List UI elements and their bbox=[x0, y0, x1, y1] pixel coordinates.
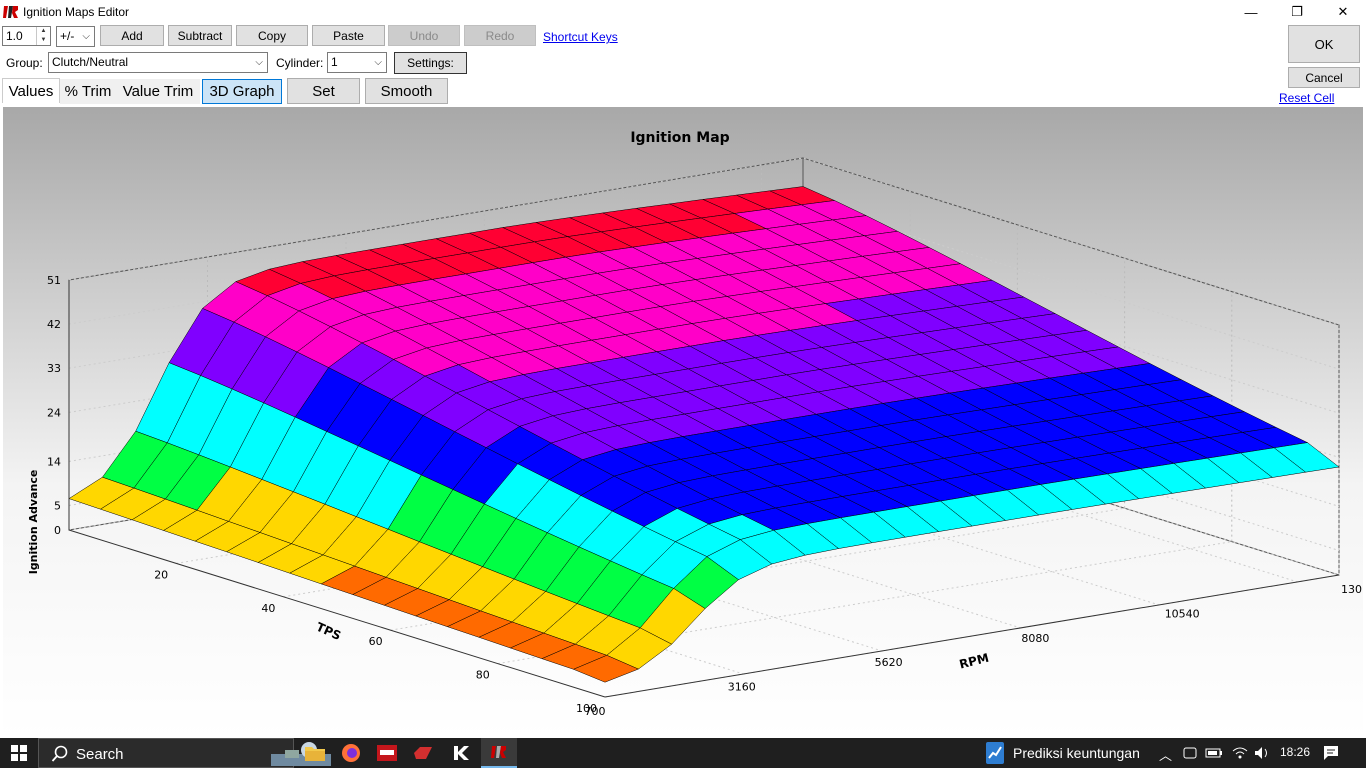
tps-tick-label: 40 bbox=[261, 602, 275, 615]
title-bar: Ignition Maps Editor — ❐ ✕ bbox=[0, 0, 1366, 24]
tab-3d-graph[interactable]: 3D Graph bbox=[202, 79, 282, 104]
folder-icon bbox=[305, 747, 325, 761]
shortcut-keys-link[interactable]: Shortcut Keys bbox=[543, 30, 618, 44]
z-tick-label: 51 bbox=[47, 274, 61, 287]
undo-button[interactable]: Undo bbox=[388, 25, 460, 46]
tab-percent-trim[interactable]: % Trim bbox=[60, 79, 116, 104]
tray-meet-icon[interactable] bbox=[1183, 745, 1197, 761]
rpm-tick-label: 8080 bbox=[1021, 632, 1049, 645]
k-icon bbox=[454, 746, 469, 760]
tray-chevron-up-icon[interactable]: ︿ bbox=[1159, 745, 1172, 764]
paste-button[interactable]: Paste bbox=[312, 25, 385, 46]
tps-tick-label: 20 bbox=[154, 568, 168, 581]
rpm-tick-label: 3160 bbox=[728, 681, 756, 694]
windows-icon bbox=[11, 745, 27, 761]
rpm-tick-label: 700 bbox=[585, 705, 606, 718]
tab-value-trim[interactable]: Value Trim bbox=[116, 79, 200, 104]
chevron-down-icon: ⌵ bbox=[374, 57, 382, 68]
settings-button[interactable]: Settings: bbox=[394, 52, 467, 74]
tps-tick-label: 80 bbox=[476, 669, 490, 682]
redo-button[interactable]: Redo bbox=[464, 25, 536, 46]
chevron-down-icon: ⌵ bbox=[82, 31, 90, 42]
mode-select[interactable]: +/- ⌵ bbox=[56, 26, 95, 47]
tps-tick-label: 60 bbox=[369, 635, 383, 648]
cylinder-label: Cylinder: bbox=[276, 56, 324, 70]
tab-values[interactable]: Values bbox=[2, 78, 60, 103]
maximize-button[interactable]: ❐ bbox=[1274, 0, 1320, 24]
ignition-app-icon bbox=[491, 746, 506, 758]
pcv-icon bbox=[377, 745, 397, 761]
taskbar-file-explorer[interactable] bbox=[297, 738, 333, 768]
z-tick-label: 14 bbox=[47, 455, 61, 468]
app-logo-icon bbox=[3, 6, 18, 18]
news-widget[interactable]: Prediksi keuntungan bbox=[985, 740, 1140, 766]
firefox-icon bbox=[342, 744, 360, 762]
restore-icon: ❐ bbox=[1291, 4, 1303, 19]
taskbar-clock[interactable]: 18:26 bbox=[1280, 745, 1310, 759]
chevron-down-icon: ⌵ bbox=[255, 57, 263, 68]
cylinder-select-value: 1 bbox=[331, 55, 338, 69]
z-axis-label: Ignition Advance bbox=[27, 470, 40, 575]
minimize-button[interactable]: — bbox=[1228, 0, 1274, 24]
smooth-button[interactable]: Smooth bbox=[365, 78, 448, 104]
notifications-icon[interactable] bbox=[1322, 744, 1340, 762]
mode-select-value: +/- bbox=[60, 29, 75, 43]
rpm-tick-label: 5620 bbox=[875, 656, 903, 669]
taskbar-firefox[interactable] bbox=[333, 738, 369, 768]
set-button[interactable]: Set bbox=[287, 78, 360, 104]
taskbar-ignition-editor[interactable] bbox=[481, 738, 517, 768]
stock-chart-icon bbox=[986, 742, 1004, 764]
taskbar: Search Prediksi keuntungan ︿ 18:26 bbox=[0, 738, 1366, 768]
cancel-button[interactable]: Cancel bbox=[1288, 67, 1360, 88]
taskbar-app-race[interactable] bbox=[405, 738, 441, 768]
taskbar-app-pcv[interactable] bbox=[369, 738, 405, 768]
spin-down-icon[interactable]: ▼ bbox=[37, 36, 50, 45]
wifi-icon[interactable] bbox=[1232, 745, 1248, 761]
graph-canvas[interactable]: 0514243342512040608010070031605620808010… bbox=[3, 107, 1363, 738]
search-icon bbox=[51, 745, 68, 762]
taskbar-app-k[interactable] bbox=[443, 738, 479, 768]
step-spinner[interactable]: ▲ ▼ bbox=[36, 27, 50, 45]
taskbar-search[interactable]: Search bbox=[38, 738, 331, 768]
group-select[interactable]: Clutch/Neutral ⌵ bbox=[48, 52, 268, 73]
close-button[interactable]: ✕ bbox=[1320, 0, 1366, 24]
z-tick-label: 42 bbox=[47, 318, 61, 331]
subtract-button[interactable]: Subtract bbox=[168, 25, 232, 46]
minimize-icon: — bbox=[1244, 4, 1258, 20]
chart-title: Ignition Map bbox=[630, 130, 729, 146]
battery-icon[interactable] bbox=[1205, 745, 1223, 761]
volume-icon[interactable] bbox=[1254, 745, 1270, 761]
close-icon: ✕ bbox=[1337, 4, 1349, 19]
add-button[interactable]: Add bbox=[100, 25, 164, 46]
rpm-tick-label: 130 bbox=[1341, 583, 1362, 596]
spin-up-icon[interactable]: ▲ bbox=[37, 27, 50, 36]
group-label: Group: bbox=[6, 56, 43, 70]
news-widget-text: Prediksi keuntungan bbox=[1013, 745, 1140, 761]
search-placeholder: Search bbox=[76, 746, 124, 763]
copy-button[interactable]: Copy bbox=[236, 25, 308, 46]
z-tick-label: 24 bbox=[47, 406, 61, 419]
z-tick-label: 33 bbox=[47, 362, 61, 375]
window-title: Ignition Maps Editor bbox=[23, 5, 130, 19]
rpm-tick-label: 10540 bbox=[1165, 607, 1200, 620]
group-select-value: Clutch/Neutral bbox=[52, 55, 129, 69]
cylinder-select[interactable]: 1 ⌵ bbox=[327, 52, 387, 73]
z-tick-label: 0 bbox=[54, 524, 61, 537]
ignition-map-3d-graph[interactable]: 0 5 14 24 33 42 51 20 40 60 80 100 700 3160 5620 8080 10… bbox=[3, 107, 1363, 738]
start-button[interactable] bbox=[0, 738, 38, 768]
z-tick-label: 5 bbox=[54, 499, 61, 512]
ok-button[interactable]: OK bbox=[1288, 25, 1360, 63]
race-icon bbox=[414, 747, 432, 759]
